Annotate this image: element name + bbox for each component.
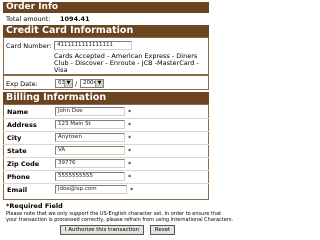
card-number-label: Card Number: xyxy=(6,42,52,50)
required-marker: * xyxy=(128,121,132,129)
cards-accepted-line2: Club - Discover - Enroute - JCB -MasterC… xyxy=(54,59,199,67)
row-divider xyxy=(3,131,209,132)
cards-accepted-line3: Visa xyxy=(54,66,68,74)
exp-date-separator: / xyxy=(75,80,78,88)
chevron-down-icon: ▼ xyxy=(95,80,103,87)
row-divider xyxy=(3,144,209,145)
required-marker: * xyxy=(128,134,132,142)
row-divider xyxy=(3,157,209,158)
total-amount-label: Total amount: xyxy=(6,15,51,23)
billing-label-3: State xyxy=(7,147,27,155)
card-number-input[interactable]: 4111111111111111 xyxy=(54,41,132,50)
order-info-heading: Order Info xyxy=(3,2,209,13)
billing-label-6: Email xyxy=(7,186,28,194)
row-divider xyxy=(3,118,209,119)
billing-heading: Billing Information xyxy=(3,92,209,104)
required-field-note: *Required Field xyxy=(6,202,63,210)
billing-input-5[interactable]: 5555555555 xyxy=(55,172,125,181)
billing-input-3[interactable]: VA xyxy=(55,146,125,155)
billing-input-1[interactable]: 123 Main St xyxy=(55,120,125,129)
billing-label-5: Phone xyxy=(7,173,30,181)
billing-label-4: Zip Code xyxy=(7,160,40,168)
required-marker: * xyxy=(128,173,132,181)
required-marker: * xyxy=(130,186,134,194)
billing-label-1: Address xyxy=(7,121,37,129)
total-amount-value: 1094.41 xyxy=(60,15,90,23)
exp-date-label: Exp Date: xyxy=(6,80,38,88)
billing-input-0[interactable]: John Doe xyxy=(55,107,125,116)
chevron-down-icon: ▼ xyxy=(64,80,72,87)
required-marker: * xyxy=(128,108,132,116)
credit-card-heading: Credit Card Information xyxy=(3,25,209,37)
row-divider xyxy=(3,183,209,184)
billing-input-6[interactable]: jdoe@isp.com xyxy=(55,185,127,194)
exp-month-select[interactable]: 03 ▼ xyxy=(55,79,73,88)
row-divider xyxy=(3,170,209,171)
required-marker: * xyxy=(128,147,132,155)
exp-year-select[interactable]: 2004 ▼ xyxy=(80,79,104,88)
billing-label-2: City xyxy=(7,134,22,142)
billing-input-2[interactable]: Anytown xyxy=(55,133,125,142)
cards-accepted-text: Cards Accepted - American Express - Dine… xyxy=(54,53,199,74)
billing-input-4[interactable]: 39776 xyxy=(55,159,125,168)
billing-label-0: Name xyxy=(7,108,29,116)
reset-button[interactable]: Reset xyxy=(150,225,175,235)
required-marker: * xyxy=(128,160,132,168)
authorize-transaction-button[interactable]: I Authorize this transaction xyxy=(60,225,144,235)
charset-notice-line2: your transaction is processed correctly,… xyxy=(6,217,234,223)
